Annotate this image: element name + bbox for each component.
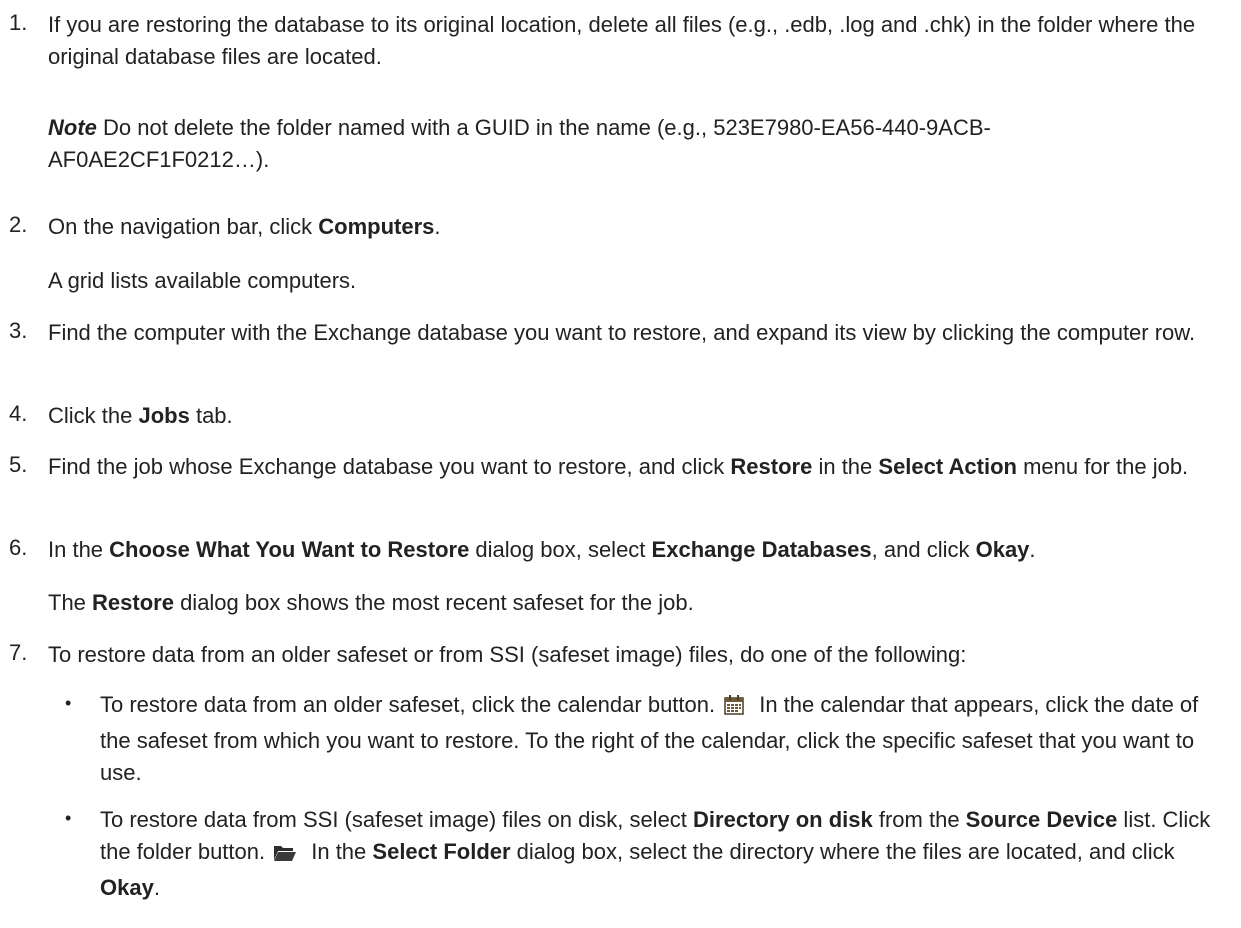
step-text: Find the job whose Exchange database you…: [48, 451, 1228, 483]
bold-term: Okay: [100, 875, 154, 900]
text-run: dialog box, select the directory where t…: [510, 839, 1175, 864]
note-label: Note: [48, 115, 97, 140]
step-text: In the Choose What You Want to Restore d…: [48, 534, 1228, 566]
step-6-result: The Restore dialog box shows the most re…: [48, 587, 1208, 619]
step-number: 3.: [9, 318, 28, 343]
step-2-result: A grid lists available computers.: [48, 268, 357, 293]
step-text: If you are restoring the database to its…: [48, 9, 1228, 73]
text-run: Click the: [48, 403, 139, 428]
bold-term: Select Folder: [372, 839, 511, 864]
text-run: from the: [872, 807, 966, 832]
text-run: If you are restoring the database to its…: [48, 12, 1196, 69]
bold-term: Restore: [730, 454, 813, 479]
note-text: Do not delete the folder named with a GU…: [48, 115, 991, 172]
text-run: In the: [48, 537, 110, 562]
folder-open-icon: [273, 840, 297, 872]
bold-term: Computers: [318, 214, 435, 239]
step-text: On the navigation bar, click Computers.: [48, 211, 1228, 243]
text-run: tab.: [189, 403, 233, 428]
bullet-text: To restore data from SSI (safeset image)…: [100, 804, 1225, 904]
bold-term: Exchange Databases: [651, 537, 872, 562]
bullet-text: To restore data from an older safeset, c…: [100, 689, 1225, 789]
bold-term: Select Action: [878, 454, 1017, 479]
calendar-icon: [723, 693, 745, 725]
step-text: Find the computer with the Exchange data…: [48, 317, 1228, 349]
step-number: 4.: [9, 401, 28, 426]
text-run: .: [434, 214, 441, 239]
step-number: 5.: [9, 452, 28, 477]
text-run: , and click: [871, 537, 976, 562]
text-run: To restore data from an older safeset or…: [48, 642, 967, 667]
step-text: To restore data from an older safeset or…: [48, 639, 1228, 671]
bold-term: Directory on disk: [693, 807, 873, 832]
text-run: dialog box, select: [469, 537, 652, 562]
bold-term: Restore: [92, 590, 174, 615]
bullet-dot: •: [65, 808, 72, 828]
step-text: Click the Jobs tab.: [48, 400, 1228, 432]
step-number: 6.: [9, 535, 28, 560]
text-run: Find the computer with the Exchange data…: [48, 320, 1196, 345]
text-run: dialog box shows the most recent safeset…: [173, 590, 694, 615]
text-run: Find the job whose Exchange database you…: [48, 454, 731, 479]
text-run: To restore data from SSI (safeset image)…: [100, 807, 694, 832]
bullet-dot: •: [65, 693, 72, 713]
text-run: The: [48, 590, 93, 615]
bold-term: Choose What You Want to Restore: [109, 537, 470, 562]
text-run: To restore data from an older safeset, c…: [100, 692, 716, 717]
note: Note Do not delete the folder named with…: [48, 112, 1208, 176]
text-run: in the: [812, 454, 879, 479]
step-number: 7.: [9, 640, 28, 665]
text-run: On the navigation bar, click: [48, 214, 319, 239]
text-run: In the: [305, 839, 373, 864]
bold-term: Okay: [975, 537, 1030, 562]
text-run: menu for the job.: [1016, 454, 1189, 479]
bold-term: Jobs: [138, 403, 190, 428]
bold-term: Source Device: [965, 807, 1118, 832]
step-number: 1.: [9, 10, 28, 35]
text-run: .: [153, 875, 160, 900]
step-number: 2.: [9, 212, 28, 237]
text-run: .: [1029, 537, 1036, 562]
